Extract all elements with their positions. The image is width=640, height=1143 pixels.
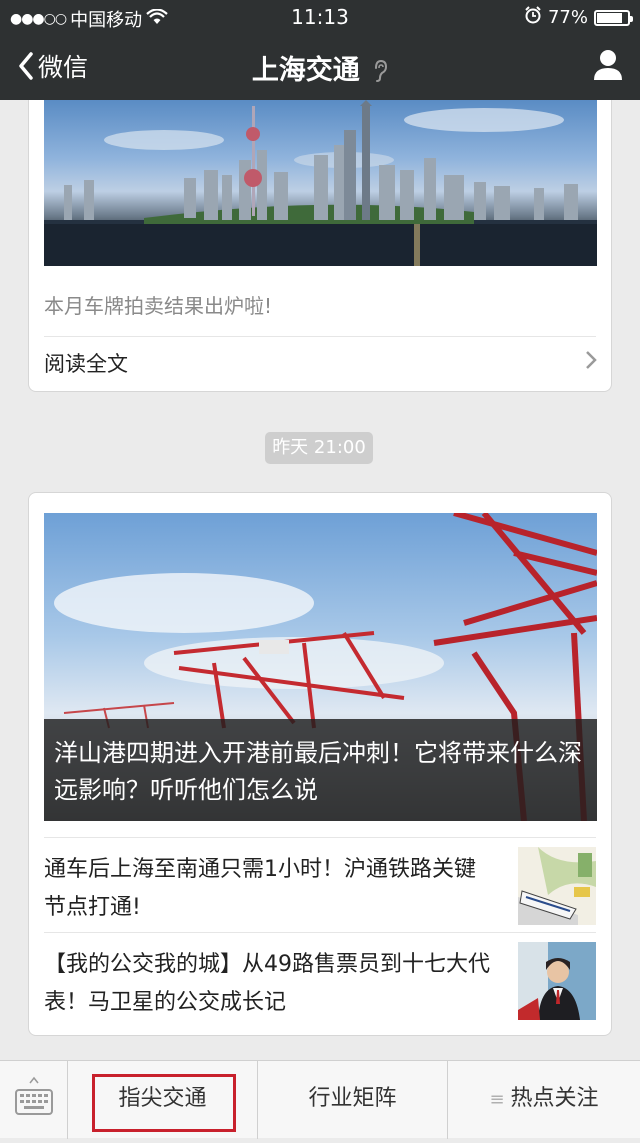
skyline-illustration [44,100,597,266]
page-title: 上海交通 [0,48,640,87]
chevron-right-icon [585,350,597,374]
message-timestamp: 昨天 21:00 [265,432,373,464]
status-bar: ●●●○○ 中国移动 11:13 77% [0,0,640,34]
menu-tab-industry-matrix[interactable]: 行业矩阵 [258,1061,448,1139]
article-title: 【我的公交我的城】从49路售票员到十七大代表！马卫星的公交成长记 [44,952,490,1015]
article-title: 通车后上海至南通只需1小时！沪通铁路关键节点打通! [44,857,476,920]
top-bar: ●●●○○ 中国移动 11:13 77% 微信 上海交通 [0,0,640,100]
nav-bar: 微信 上海交通 [0,34,640,100]
keyboard-toggle[interactable] [0,1061,68,1139]
headline-article[interactable]: 洋山港四期进入开港前最后冲刺！它将带来什么深远影响？听听他们怎么说 [44,513,597,821]
highlight-box [92,1074,236,1132]
article-thumbnail-portrait [518,942,596,1020]
menu-tab-hot-topics[interactable]: ≡ 热点关注 [448,1061,640,1139]
menu-tab-label: 热点关注 [510,1086,599,1111]
read-all-link[interactable]: 阅读全文 [44,348,128,378]
battery-icon [594,9,633,26]
article-summary: 本月车牌拍卖结果出炉啦! [44,294,273,318]
article-item-2[interactable]: 【我的公交我的城】从49路售票员到十七大代表！马卫星的公交成长记 [29,932,611,1027]
person-icon [594,50,622,80]
article-card-previous[interactable]: 本月车牌拍卖结果出炉啦! 阅读全文 [28,100,612,392]
profile-button[interactable] [592,48,624,86]
article-thumbnail-train [518,847,596,925]
page-title-text: 上海交通 [251,55,360,86]
headline-caption: 洋山港四期进入开港前最后冲刺！它将带来什么深远影响？听听他们怎么说 [44,719,597,821]
submenu-icon: ≡ [489,1089,505,1110]
article-image-skyline[interactable] [44,100,597,266]
ear-icon [366,59,388,84]
status-right: 77% [524,6,633,29]
article-item-1[interactable]: 通车后上海至南通只需1小时！沪通铁路关键节点打通! [29,837,611,932]
article-card-multi: 洋山港四期进入开港前最后冲刺！它将带来什么深远影响？听听他们怎么说 通车后上海至… [28,492,612,1036]
alarm-icon [524,6,542,29]
battery-fill [597,12,622,23]
battery-percent: 77% [547,7,588,28]
menu-tab-label: 行业矩阵 [308,1086,397,1111]
keyboard-icon [15,1076,53,1115]
card-divider [44,336,596,337]
